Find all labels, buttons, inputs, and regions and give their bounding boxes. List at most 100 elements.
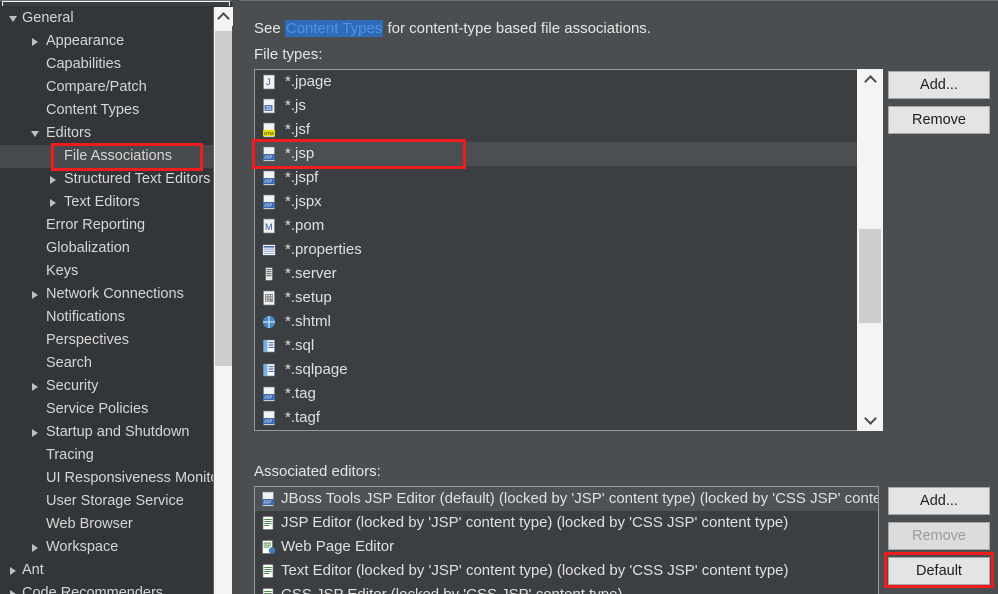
associated-editor-label: CSS JSP Editor (locked by 'CSS JSP' cont… xyxy=(281,586,622,594)
sidebar-item-ant[interactable]: Ant xyxy=(0,559,213,582)
file-types-scroll-up-button[interactable] xyxy=(857,69,883,91)
file-type-label: *.sql xyxy=(285,337,315,354)
sidebar-item-general[interactable]: General xyxy=(0,7,213,30)
sidebar-item-label: Notifications xyxy=(46,309,125,325)
sidebar-item-label: Globalization xyxy=(46,240,130,256)
sidebar-item-user-storage-service[interactable]: User Storage Service xyxy=(0,490,213,513)
file-type-row[interactable]: *.sql xyxy=(255,334,882,358)
sidebar-item-network-connections[interactable]: Network Connections xyxy=(0,283,213,306)
preferences-dialog: General Appearance Capabilities Compare/Pat… xyxy=(0,0,998,594)
sidebar-item-startup-and-shutdown[interactable]: Startup and Shutdown xyxy=(0,421,213,444)
sidebar-item-label: Web Browser xyxy=(46,516,133,532)
file-types-vertical-scrollbar[interactable] xyxy=(857,69,883,431)
tree-expand-arrow-open-icon[interactable] xyxy=(28,122,42,145)
sidebar-item-keys[interactable]: Keys xyxy=(0,260,213,283)
sidebar-item-label: Compare/Patch xyxy=(46,79,147,95)
sidebar-item-compare-patch[interactable]: Compare/Patch xyxy=(0,76,213,99)
web-page-editor-icon xyxy=(260,539,276,555)
tree-expand-arrow-open-icon[interactable] xyxy=(6,7,20,30)
file-type-row[interactable]: *.sqlpage xyxy=(255,358,882,382)
sidebar-item-label: Search xyxy=(46,355,92,371)
sidebar-item-structured-text-editors[interactable]: Structured Text Editors xyxy=(0,168,213,191)
associated-editor-row[interactable]: Text Editor (locked by 'JSP' content typ… xyxy=(255,559,878,583)
sidebar-item-ui-responsiveness-monitoring[interactable]: UI Responsiveness Monitoring xyxy=(0,467,213,490)
sidebar-item-capabilities[interactable]: Capabilities xyxy=(0,53,213,76)
file-type-row[interactable]: J *.jpage xyxy=(255,70,882,94)
preferences-tree[interactable]: General Appearance Capabilities Compare/Pat… xyxy=(0,7,213,594)
sidebar-item-security[interactable]: Security xyxy=(0,375,213,398)
tree-expand-arrow-closed-icon[interactable] xyxy=(28,375,42,398)
sidebar-item-perspectives[interactable]: Perspectives xyxy=(0,329,213,352)
file-types-scroll-down-button[interactable] xyxy=(857,409,883,431)
file-type-row[interactable]: JSP *.tagf xyxy=(255,406,882,430)
sidebar-item-label: Keys xyxy=(46,263,79,279)
tree-expand-arrow-closed-icon[interactable] xyxy=(28,421,42,444)
sidebar-item-appearance[interactable]: Appearance xyxy=(0,30,213,53)
associated-editor-row[interactable]: JSP JBoss Tools JSP Editor (default) (loc… xyxy=(255,487,878,511)
sidebar-item-label: File Associations xyxy=(64,148,172,164)
file-type-label: *.jspf xyxy=(285,169,319,186)
file-type-row[interactable]: HTM *.jsf xyxy=(255,118,882,142)
sidebar-item-file-associations[interactable]: File Associations xyxy=(0,145,213,168)
sidebar-item-content-types[interactable]: Content Types xyxy=(0,99,213,122)
tree-expand-arrow-closed-icon[interactable] xyxy=(28,30,42,53)
sidebar-item-text-editors[interactable]: Text Editors xyxy=(0,191,213,214)
associated-editor-row[interactable]: CSS JSP Editor (locked by 'CSS JSP' cont… xyxy=(255,583,878,594)
file-types-scrollbar-thumb[interactable] xyxy=(859,229,881,323)
tree-expand-arrow-closed-icon[interactable] xyxy=(28,536,42,559)
file-type-label: *.properties xyxy=(285,241,362,258)
associated-editor-label: Web Page Editor xyxy=(281,538,395,555)
file-type-row[interactable]: JS *.js xyxy=(255,94,882,118)
sidebar-item-globalization[interactable]: Globalization xyxy=(0,237,213,260)
sidebar-item-service-policies[interactable]: Service Policies xyxy=(0,398,213,421)
tree-scroll-up-button[interactable] xyxy=(214,7,233,26)
file-type-row[interactable]: *.setup xyxy=(255,286,882,310)
tree-scrollbar-thumb[interactable] xyxy=(215,31,232,366)
sidebar-item-notifications[interactable]: Notifications xyxy=(0,306,213,329)
tree-expand-arrow-closed-icon[interactable] xyxy=(6,559,20,582)
file-type-row[interactable]: JSP *.tag xyxy=(255,382,882,406)
svg-text:M: M xyxy=(265,222,273,232)
file-type-row[interactable]: M *.pom xyxy=(255,214,882,238)
sidebar-item-search[interactable]: Search xyxy=(0,352,213,375)
file-type-row[interactable]: JSP *.jsp xyxy=(255,142,882,166)
tree-expand-arrow-closed-icon[interactable] xyxy=(46,191,60,214)
tree-vertical-scrollbar[interactable] xyxy=(213,7,233,594)
file-types-remove-button[interactable]: Remove xyxy=(888,106,990,134)
jsp-file-icon: JSP xyxy=(261,194,278,211)
text-editor-icon xyxy=(260,563,276,579)
tree-expand-arrow-closed-icon[interactable] xyxy=(46,168,60,191)
chevron-up-icon xyxy=(217,11,230,25)
sidebar-item-label: Error Reporting xyxy=(46,217,146,233)
file-type-row[interactable]: JSP *.jspf xyxy=(255,166,882,190)
file-type-label: *.jsf xyxy=(285,121,311,138)
file-type-row[interactable]: *.shtml xyxy=(255,310,882,334)
tree-expand-arrow-closed-icon[interactable] xyxy=(6,582,20,594)
sidebar-item-tracing[interactable]: Tracing xyxy=(0,444,213,467)
sidebar-item-web-browser[interactable]: Web Browser xyxy=(0,513,213,536)
sidebar-item-code-recommenders[interactable]: Code Recommenders xyxy=(0,582,213,594)
sidebar-item-label: UI Responsiveness Monitoring xyxy=(46,470,213,486)
sidebar-item-error-reporting[interactable]: Error Reporting xyxy=(0,214,213,237)
associated-editors-list[interactable]: JSP JBoss Tools JSP Editor (default) (loc… xyxy=(254,486,879,594)
svg-text:JSP: JSP xyxy=(264,203,272,208)
sidebar-item-workspace[interactable]: Workspace xyxy=(0,536,213,559)
file-type-label: *.tag xyxy=(285,385,316,402)
editors-default-button[interactable]: Default xyxy=(888,557,990,585)
content-types-link[interactable]: Content Types xyxy=(284,20,384,37)
associated-editor-row[interactable]: Web Page Editor xyxy=(255,535,878,559)
sidebar-item-label: Service Policies xyxy=(46,401,149,417)
file-types-list[interactable]: J *.jpage JS *.js HTM *.jsf JSP *.jsp JSP *.jspf J… xyxy=(254,69,883,431)
javascript-file-icon: JS xyxy=(261,98,278,115)
editors-add-button[interactable]: Add... xyxy=(888,487,990,515)
filter-text-field[interactable] xyxy=(2,1,230,6)
svg-text:JSP: JSP xyxy=(264,155,272,160)
tree-expand-arrow-closed-icon[interactable] xyxy=(28,283,42,306)
file-type-row[interactable]: JSP *.jspx xyxy=(255,190,882,214)
associated-editor-row[interactable]: JSP Editor (locked by 'JSP' content type… xyxy=(255,511,878,535)
file-type-row[interactable]: *.properties xyxy=(255,238,882,262)
file-type-row[interactable]: *.server xyxy=(255,262,882,286)
file-types-add-button[interactable]: Add... xyxy=(888,71,990,99)
sidebar-item-editors[interactable]: Editors xyxy=(0,122,213,145)
sidebar-item-label: Structured Text Editors xyxy=(64,171,211,187)
